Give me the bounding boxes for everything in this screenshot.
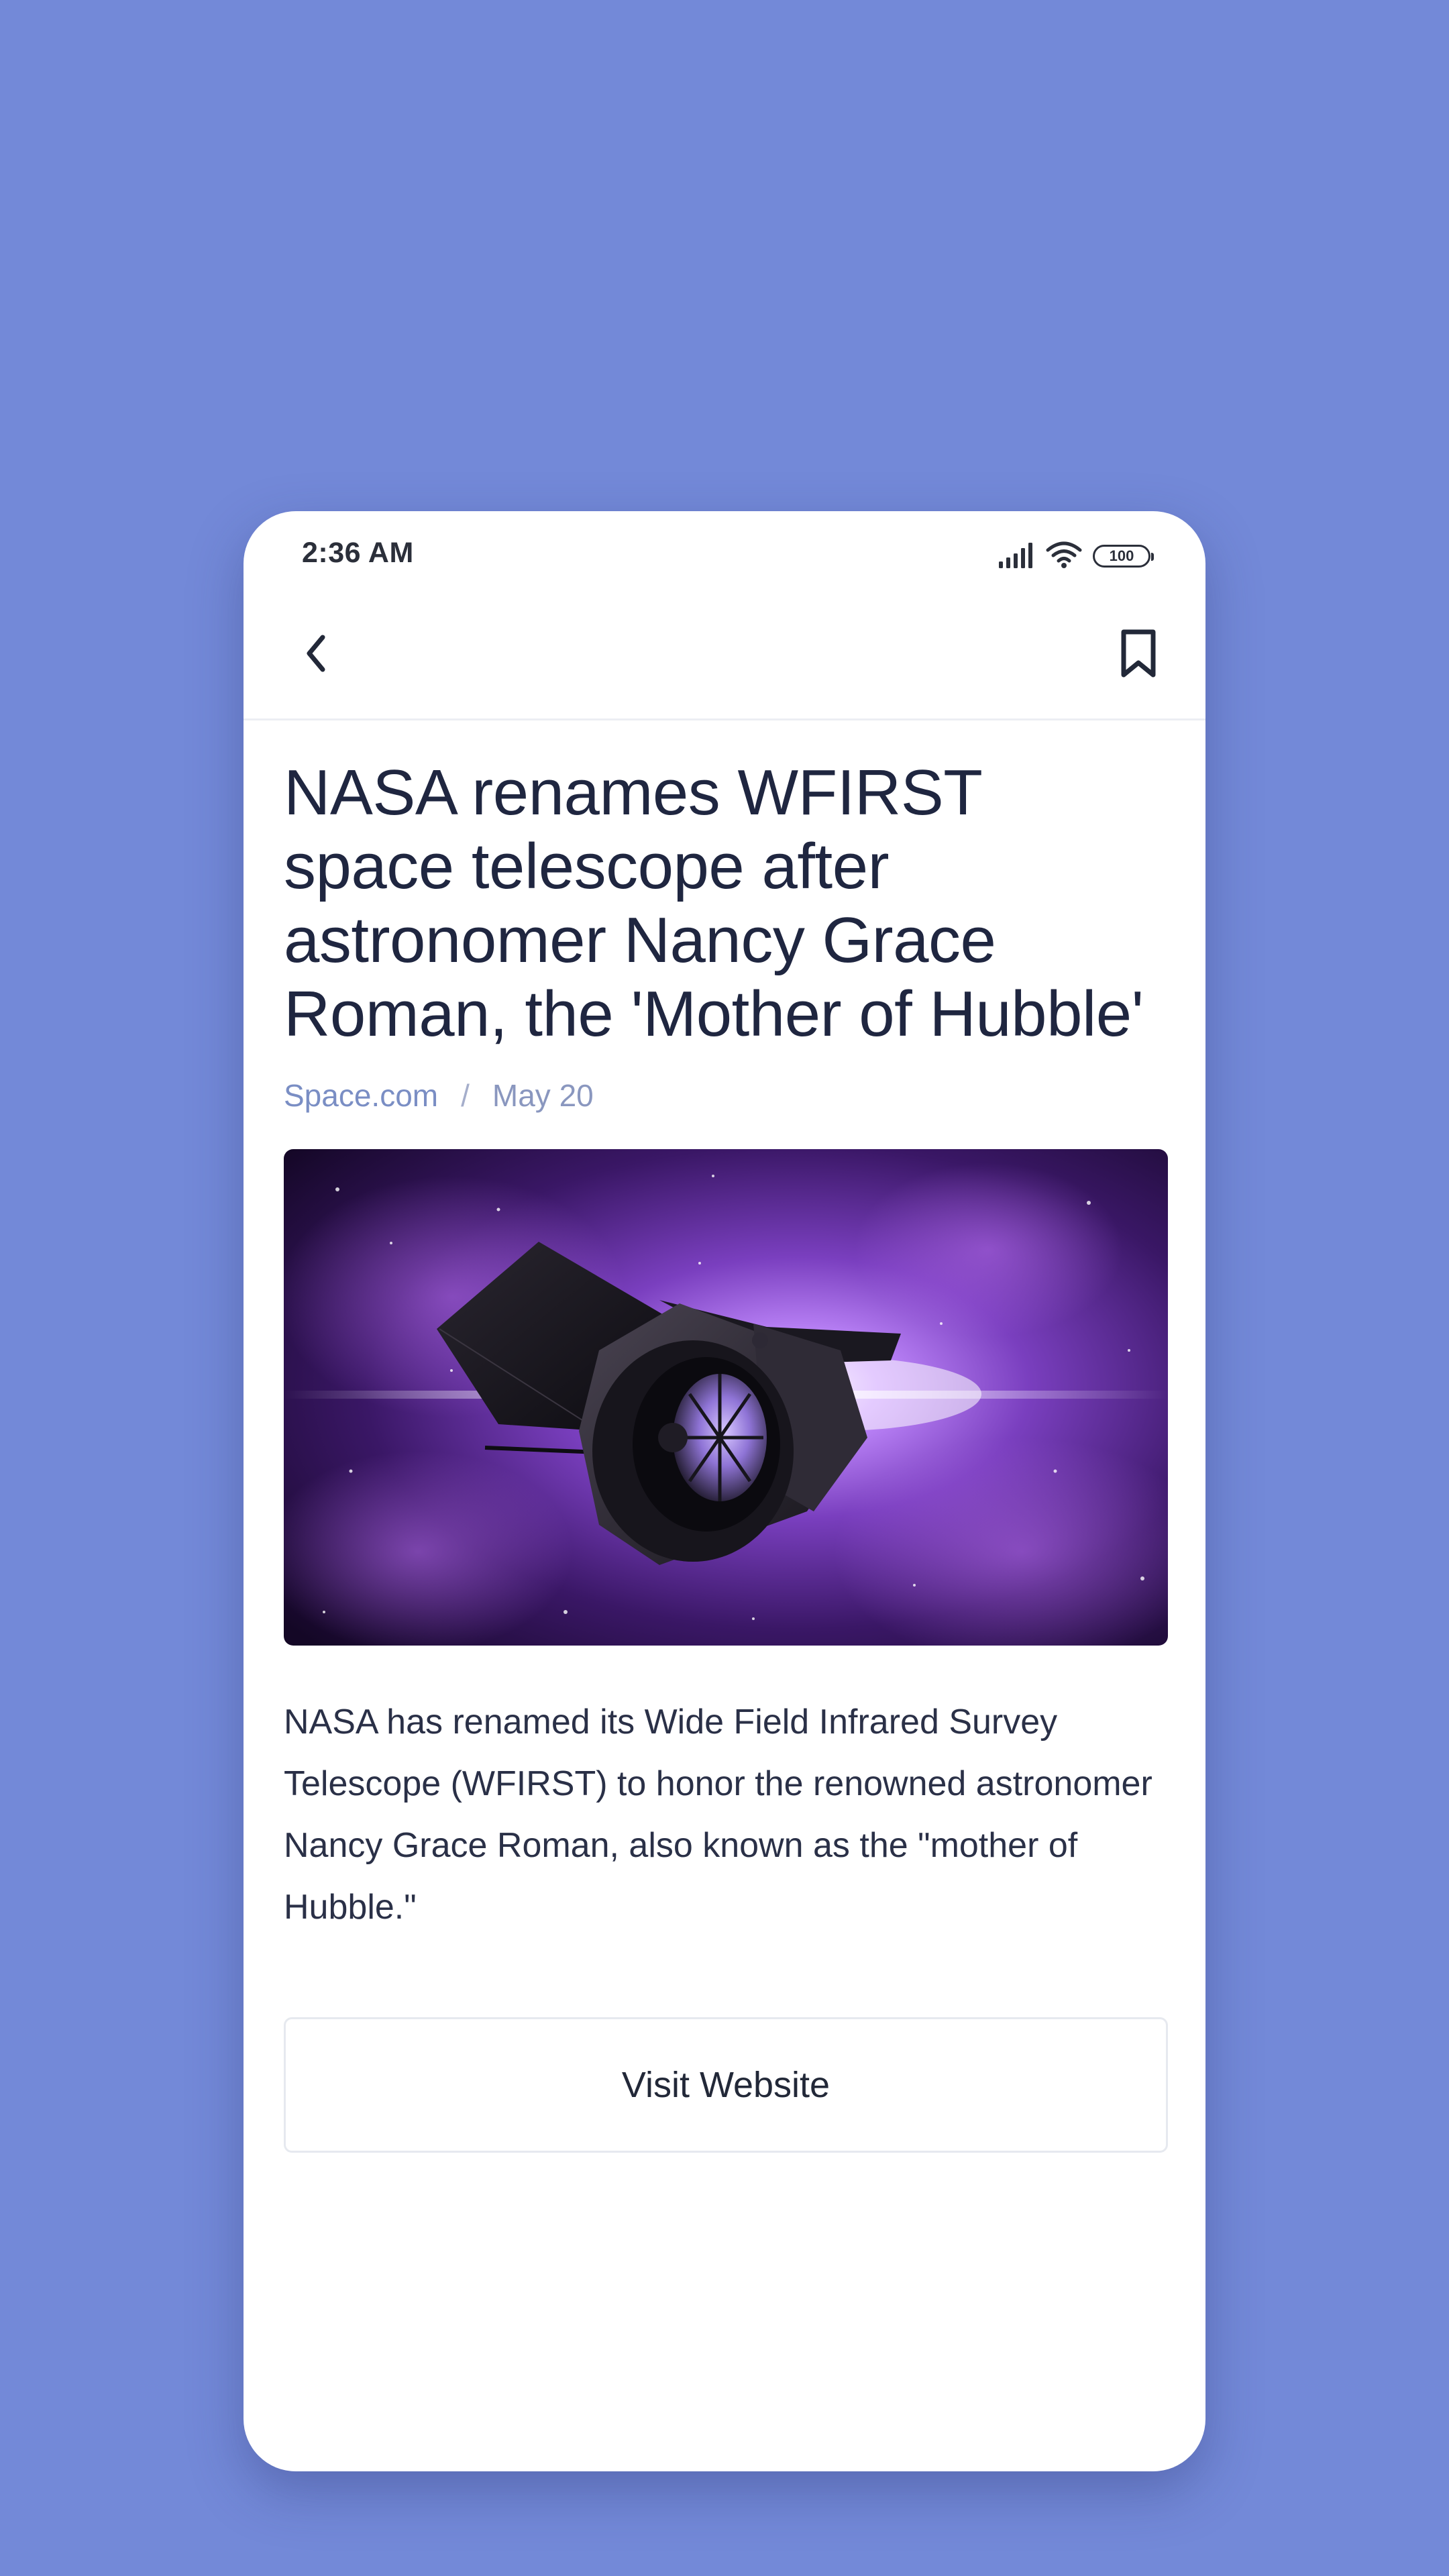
toolbar xyxy=(244,592,1205,720)
article-image xyxy=(284,1149,1168,1646)
chevron-left-icon xyxy=(307,635,325,672)
status-bar: 2:36 AM 100 xyxy=(244,511,1205,592)
article-date: May 20 xyxy=(492,1078,594,1113)
battery-icon: 100 xyxy=(1093,545,1154,568)
phone-screen: 2:36 AM 100 NASA renames WFIRST space te… xyxy=(244,511,1205,2471)
visit-website-button[interactable]: Visit Website xyxy=(284,2017,1168,2153)
wifi-icon xyxy=(1046,541,1082,572)
article-source[interactable]: Space.com xyxy=(284,1077,438,1114)
back-button[interactable] xyxy=(284,620,351,687)
article-summary: NASA has renamed its Wide Field Infrared… xyxy=(284,1703,1152,1927)
status-time: 2:36 AM xyxy=(302,537,414,569)
bookmark-icon xyxy=(1121,629,1156,678)
meta-separator: / xyxy=(461,1078,470,1113)
bookmark-button[interactable] xyxy=(1105,620,1172,687)
article-meta: Space.com / May 20 xyxy=(284,1075,1168,1116)
status-icons: 100 xyxy=(998,541,1154,572)
battery-level: 100 xyxy=(1109,547,1134,564)
article-content: NASA renames WFIRST space telescope afte… xyxy=(284,756,1168,2153)
article-title: NASA renames WFIRST space telescope afte… xyxy=(284,757,1144,1050)
signal-icon xyxy=(998,541,1035,572)
